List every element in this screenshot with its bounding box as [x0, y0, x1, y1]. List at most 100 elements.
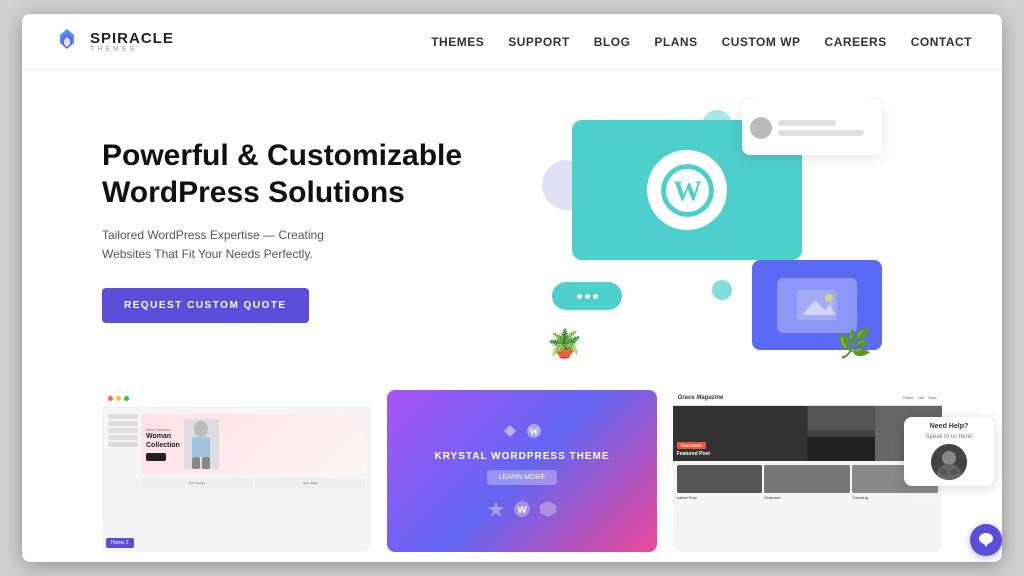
nav-item-custom-wp[interactable]: CUSTOM WP: [722, 33, 801, 51]
help-widget-title: Need Help?: [930, 423, 969, 430]
dot-red: [108, 396, 113, 401]
grace-nav-2: Life: [918, 395, 924, 400]
plant-left-icon: 🪴: [547, 327, 582, 360]
logo[interactable]: SPIRACLE THEMES: [52, 27, 174, 57]
text-line-long: [778, 130, 864, 136]
home-badge: Home 2: [106, 538, 134, 548]
grace-featured: FEATURED Featured Post: [673, 406, 942, 461]
chat-dot-1: [577, 294, 582, 299]
theme-card-ohshop[interactable]: New Fashion WomanCollection: [102, 390, 371, 552]
nav-item-careers[interactable]: CAREERS: [825, 33, 887, 51]
image-placeholder: [777, 278, 857, 333]
krystal-badge-3: [538, 499, 558, 519]
brand-sub: THEMES: [90, 46, 174, 53]
grace-nav: Home Life Style: [903, 395, 937, 400]
svg-text:W: W: [529, 427, 539, 438]
sidebar-item-2: [108, 421, 138, 426]
grace-nav-3: Style: [928, 395, 937, 400]
hero-section: Powerful & Customizable WordPress Soluti…: [22, 70, 1002, 380]
grace-img-1: [677, 465, 763, 493]
nav-item-themes[interactable]: THEMES: [431, 33, 484, 51]
chat-dot-2: [585, 294, 590, 299]
wordpress-icon: W: [660, 163, 715, 218]
svg-text:W: W: [517, 505, 527, 516]
grace-nav-1: Home: [903, 395, 914, 400]
ohshop-hero-text: New Fashion WomanCollection: [146, 427, 180, 462]
help-widget[interactable]: Need Help? Speak to us here!: [904, 417, 994, 486]
krystal-button[interactable]: LEARN MORE: [487, 470, 557, 485]
krystal-wp-icon: W: [526, 423, 542, 439]
theme-card-ohshop-inner: New Fashion WomanCollection: [102, 390, 371, 552]
browser-window: SPIRACLE THEMES THEMES SUPPORT BLOG PLAN…: [22, 14, 1002, 562]
main-content: Powerful & Customizable WordPress Soluti…: [22, 70, 1002, 562]
grace-caption-1: Latest Post: [677, 495, 763, 500]
sidebar-item-3: [108, 428, 138, 433]
hero-title: Powerful & Customizable WordPress Soluti…: [102, 137, 482, 212]
chat-float-button[interactable]: [970, 524, 1002, 556]
grace-grid: Latest Post Featured Trending: [673, 461, 942, 504]
ohshop-tag-1: HIC Jewelry: [142, 478, 252, 488]
chat-dot-3: [593, 294, 598, 299]
grace-caption-3: Trending: [852, 495, 938, 500]
nav-item-blog[interactable]: BLOG: [594, 33, 631, 51]
grace-logo: Grace Magazine: [678, 395, 724, 401]
sidebar-item-5: [108, 442, 138, 447]
avatar-icon: [931, 444, 967, 480]
dot-yellow: [116, 396, 121, 401]
nav-item-plans[interactable]: PLANS: [654, 33, 697, 51]
text-lines: [778, 120, 874, 136]
hero-illustration: W: [482, 90, 942, 370]
hero-text: Powerful & Customizable WordPress Soluti…: [102, 137, 482, 323]
grace-badge: FEATURED: [677, 442, 706, 449]
theme-card-grace[interactable]: Grace Magazine Home Life Style: [673, 390, 942, 552]
theme-card-krystal[interactable]: W KRYSTAL WORDPRESS THEME LEARN MORE W: [387, 390, 656, 552]
chat-bubble: [552, 282, 622, 310]
grace-col-2: Featured: [764, 465, 850, 500]
wp-logo-circle: W: [647, 150, 727, 230]
decor-circle-3: [712, 280, 732, 300]
help-widget-subtitle: Speak to us here!: [925, 434, 972, 440]
ohshop-model-image: [184, 419, 219, 469]
ohshop-hero: New Fashion WomanCollection: [142, 414, 365, 474]
ohshop-footer: HIC Jewelry Store Bags: [142, 478, 365, 488]
sidebar-item-4: [108, 435, 138, 440]
krystal-icon-1: [502, 423, 518, 439]
wp-illustration: W: [542, 100, 882, 360]
nav-item-support[interactable]: SUPPORT: [508, 33, 570, 51]
krystal-badge-1: [486, 499, 506, 519]
brand-name: SPIRACLE: [90, 31, 174, 46]
grace-img-2: [764, 465, 850, 493]
float-card-top: [742, 100, 882, 155]
ohshop-main: New Fashion WomanCollection: [142, 414, 365, 488]
ohshop-sidebar: [108, 414, 138, 488]
ohshop-body: New Fashion WomanCollection: [102, 408, 371, 494]
sidebar-item-1: [108, 414, 138, 419]
avatar-icon: [750, 117, 772, 139]
hero-subtitle: Tailored WordPress Expertise — Creating …: [102, 226, 372, 264]
ohshop-browser-bar: [102, 390, 371, 408]
themes-section: New Fashion WomanCollection: [22, 380, 1002, 562]
grace-post-title: Featured Post: [677, 451, 710, 458]
grace-col-1: Latest Post: [677, 465, 763, 500]
nav-item-contact[interactable]: CONTACT: [911, 33, 972, 51]
model-silhouette: [184, 419, 219, 469]
chat-icon: [978, 532, 994, 548]
mountain-icon: [797, 290, 837, 320]
grace-header: Grace Magazine Home Life Style: [673, 390, 942, 406]
plant-right-icon: 🌿: [837, 327, 872, 360]
help-avatar: [931, 444, 967, 480]
nav-links: THEMES SUPPORT BLOG PLANS CUSTOM WP CARE…: [431, 33, 972, 51]
dot-green: [124, 396, 129, 401]
krystal-full: W KRYSTAL WORDPRESS THEME LEARN MORE W: [387, 390, 656, 552]
svg-text:W: W: [673, 176, 702, 207]
grace-featured-image: [673, 406, 942, 461]
navbar: SPIRACLE THEMES THEMES SUPPORT BLOG PLAN…: [22, 14, 1002, 70]
grace-featured-text: FEATURED Featured Post: [677, 442, 710, 458]
grace-caption-2: Featured: [764, 495, 850, 500]
logo-icon: [52, 27, 82, 57]
krystal-badge-2: W: [512, 499, 532, 519]
ohshop-tag-2: Store Bags: [255, 478, 365, 488]
cta-button[interactable]: REQUEST CUSTOM QUOTE: [102, 288, 309, 323]
text-line-short: [778, 120, 836, 126]
grace-inner: Grace Magazine Home Life Style: [673, 390, 942, 552]
